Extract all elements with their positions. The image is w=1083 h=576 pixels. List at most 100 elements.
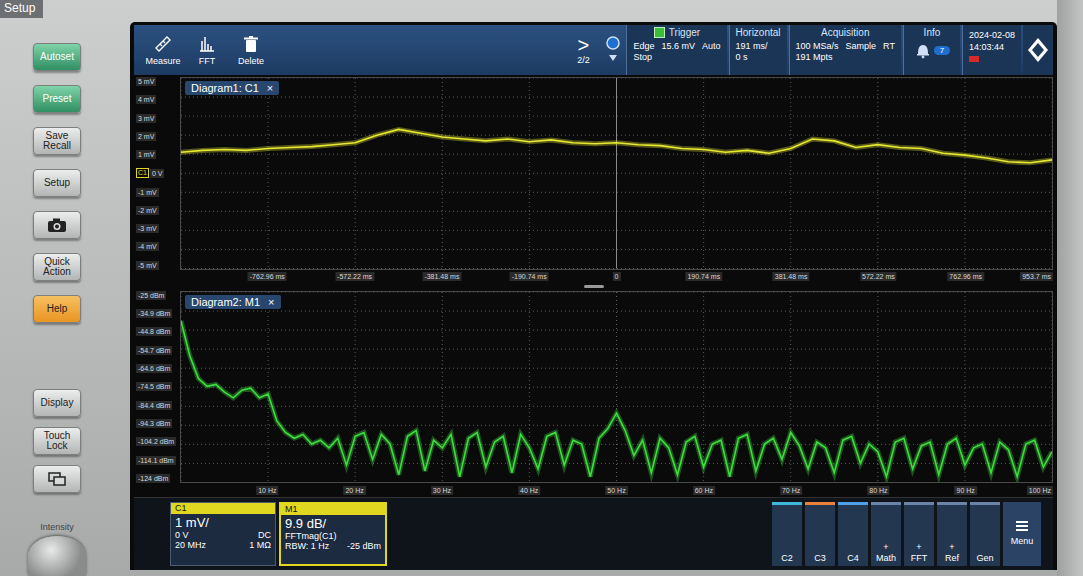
y-tick-label: 5 mV <box>136 77 156 86</box>
channel-marker[interactable]: C1 <box>136 168 149 178</box>
x-tick-label: 572.22 ms <box>860 272 897 281</box>
grid-line <box>181 310 1052 311</box>
y-tick-label: -3 mV <box>136 224 159 233</box>
status-panel[interactable]: Horizontal 191 ms/0 s <box>729 25 787 75</box>
grid-line <box>268 292 269 483</box>
signal-bar: C1 1 mV/ 0 V DC20 MHz 1 MΩM1 9.9 dB/ FFT… <box>134 497 1053 570</box>
y-tick-label: 3 mV <box>136 114 156 123</box>
panel-value: Sample <box>846 41 877 51</box>
menu-button[interactable]: Menu <box>1003 502 1041 566</box>
y-tick: -124 dBm <box>136 474 170 483</box>
y-tick-label: -114.1 dBm <box>136 456 176 465</box>
x-tick: -762.96 ms <box>180 272 267 281</box>
trace-glow <box>181 320 1052 476</box>
signal-button[interactable]: Gen <box>970 502 1000 566</box>
signal-button[interactable]: + Math <box>871 502 901 566</box>
x-tick-label: 100 Hz <box>1027 486 1053 495</box>
signal-button[interactable]: + Ref <box>937 502 967 566</box>
trigger-line <box>616 78 617 269</box>
status-panel[interactable]: Acquisition 100 MSa/sSampleRT191 Mpts <box>789 25 901 75</box>
tool-button[interactable]: FFT <box>186 25 228 75</box>
x-tick: 10 Hz <box>180 486 267 495</box>
y-axis: -25 dBm -34.9 dBm -44.8 dBm -54.7 dBm -6… <box>134 291 180 484</box>
close-button[interactable]: × <box>267 82 273 94</box>
panel-button[interactable]: Touch Lock <box>33 427 81 455</box>
panel-value: 191 Mpts <box>796 52 833 62</box>
channel-scale: 9.9 dB/ <box>281 515 385 531</box>
channel-name: M1 <box>281 504 385 515</box>
y-tick: 2 mV <box>136 132 156 141</box>
x-tick-label: 381.48 ms <box>773 272 810 281</box>
panel-button[interactable] <box>33 211 81 239</box>
x-tick-label: 190.74 ms <box>685 272 722 281</box>
channel-value: 1 MΩ <box>249 540 271 550</box>
plot-area[interactable]: Diagram2: M1 × <box>180 291 1053 484</box>
tool-button[interactable]: Delete <box>230 25 272 75</box>
y-tick: -84.4 dBm <box>136 401 172 410</box>
grid-line <box>181 482 1052 483</box>
intensity-knob[interactable] <box>28 536 86 576</box>
diagram-tab[interactable]: Diagram2: M1 × <box>185 295 281 309</box>
panel-button[interactable]: Quick Action <box>33 253 81 281</box>
panel-title-text: Trigger <box>669 27 700 38</box>
panel-button[interactable]: Help <box>33 295 81 323</box>
y-tick: -64.6 dBm <box>136 364 172 373</box>
plot-area[interactable]: Diagram1: C1 × <box>180 77 1053 270</box>
time: 14:03:44 <box>969 42 1015 52</box>
next-page-button[interactable]: > 2/2 <box>566 25 600 75</box>
signal-button[interactable]: C4 <box>838 502 868 566</box>
tool-button[interactable]: Measure <box>142 25 184 75</box>
color-stripe <box>937 502 967 505</box>
panel-title-text: Horizontal <box>736 27 781 38</box>
notification-badge: 7 <box>934 46 950 55</box>
bezel-edge <box>1057 0 1083 576</box>
grid-line <box>181 424 1052 425</box>
diagram-tab[interactable]: Diagram1: C1 × <box>185 81 279 95</box>
trace <box>181 129 1052 162</box>
y-tick: -5 mV <box>136 261 159 270</box>
run-control[interactable] <box>602 25 624 75</box>
button-label: Quick Action <box>36 257 78 278</box>
panel-row: 0 s <box>736 52 781 62</box>
x-tick-label: 953.7 ms <box>1020 272 1053 281</box>
panel-button[interactable]: Save Recall <box>33 127 81 155</box>
button-label: Menu <box>1011 536 1034 546</box>
y-tick: 4 mV <box>136 95 156 104</box>
channel-scale: 1 mV/ <box>171 514 275 530</box>
channel-value: -25 dBm <box>347 541 381 551</box>
close-button[interactable]: × <box>268 296 274 308</box>
status-panel[interactable]: Trigger Edge15.6 mVAutoStop <box>626 25 726 75</box>
panel-value: Stop <box>633 52 652 62</box>
panel-button[interactable]: Setup <box>33 169 81 197</box>
y-tick: C1 0 V <box>136 168 164 178</box>
grid-line <box>268 78 269 269</box>
panel-value: 191 ms/ <box>736 41 768 51</box>
grid-line <box>181 405 1052 406</box>
channel-box[interactable]: C1 1 mV/ 0 V DC20 MHz 1 MΩ <box>170 502 276 566</box>
diagram-splitter[interactable] <box>134 284 1053 289</box>
y-tick-label: -44.8 dBm <box>136 327 172 336</box>
panel-title-text: Acquisition <box>821 27 869 38</box>
panel-button[interactable] <box>33 465 81 493</box>
panel-button[interactable]: Autoset <box>33 43 81 71</box>
color-stripe <box>970 502 1000 505</box>
signal-button[interactable]: + FFT <box>904 502 934 566</box>
signal-button[interactable]: C2 <box>772 502 802 566</box>
diagram-title: Diagram1: C1 <box>191 82 259 94</box>
x-tick-label: -762.96 ms <box>248 272 287 281</box>
channel-value: FFTmag(C1) <box>285 531 337 541</box>
info-panel[interactable]: Info 7 <box>903 25 960 75</box>
button-label: Ref <box>945 553 959 563</box>
x-tick-label: 762.96 ms <box>947 272 984 281</box>
channel-box[interactable]: M1 9.9 dB/ FFTmag(C1) RBW: 1 Hz -25 dBm <box>279 502 387 566</box>
panel-button[interactable]: Preset <box>33 85 81 113</box>
x-tick: 40 Hz <box>442 486 529 495</box>
remote-flag-icon <box>969 56 979 62</box>
y-tick-label: 4 mV <box>136 95 156 104</box>
windows-icon <box>47 471 67 487</box>
x-tick-label: 50 Hz <box>605 486 627 495</box>
button-prefix: + <box>916 542 921 552</box>
panel-button[interactable]: Display <box>33 389 81 417</box>
signal-button[interactable]: C3 <box>805 502 835 566</box>
panel-title: Acquisition <box>796 27 895 38</box>
